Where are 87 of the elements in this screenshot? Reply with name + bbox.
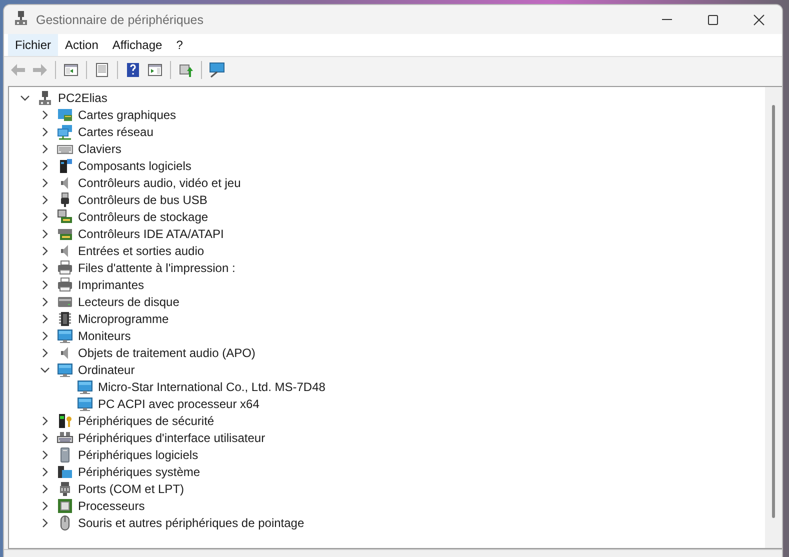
storage-controller-icon (57, 208, 73, 224)
chevron-icon[interactable] (40, 160, 50, 170)
tree-item[interactable]: Entrées et sorties audio (77, 244, 206, 258)
properties-icon (94, 62, 110, 78)
tree-item[interactable]: Claviers (77, 142, 122, 156)
chevron-icon[interactable] (40, 178, 50, 188)
tree-item[interactable]: Cartes graphiques (77, 108, 178, 122)
chevron-icon[interactable] (40, 110, 50, 120)
processor-icon (57, 498, 73, 514)
chevron-icon[interactable] (40, 262, 50, 272)
chevron-icon[interactable] (40, 280, 50, 290)
tree-item[interactable]: Contrôleurs IDE ATA/ATAPI (77, 226, 225, 240)
scan-hardware-icon (209, 62, 225, 78)
tree-item[interactable]: Micro-Star International Co., Ltd. MS-7D48 (97, 380, 326, 394)
tree-item[interactable]: Ports (COM et LPT) (77, 482, 186, 496)
tree-item[interactable]: Microprogramme (77, 312, 170, 326)
chevron-icon[interactable] (40, 212, 50, 222)
back-arrow-icon (10, 62, 26, 78)
chevron-icon[interactable] (40, 432, 50, 442)
close-icon (753, 14, 765, 26)
console-tree-icon (63, 62, 79, 78)
tree-item[interactable]: Contrôleurs de bus USB (77, 192, 208, 206)
printer-icon (57, 276, 73, 292)
chevron-icon[interactable] (20, 92, 30, 102)
tree-item[interactable]: Périphériques d'interface utilisateur (77, 430, 266, 444)
window-title: Gestionnaire de périphériques (36, 12, 204, 26)
chevron-icon[interactable] (40, 348, 50, 358)
tree-item[interactable]: Ordinateur (77, 362, 136, 376)
chip-icon (57, 310, 73, 326)
tree-item[interactable]: Composants logiciels (77, 158, 192, 172)
tree-item[interactable]: Processeurs (77, 498, 146, 512)
chevron-icon[interactable] (40, 228, 50, 238)
network-icon (57, 124, 73, 140)
scan-hardware-button[interactable] (207, 60, 227, 80)
tree-item[interactable]: PC2Elias (57, 90, 108, 104)
maximize-icon (707, 14, 719, 26)
port-icon (57, 480, 73, 496)
tree-item[interactable]: Contrôleurs de stockage (77, 210, 210, 224)
chevron-icon[interactable] (40, 296, 50, 306)
scrollbar-thumb[interactable] (772, 105, 775, 518)
input-device-icon (57, 430, 73, 446)
printer-icon (57, 260, 73, 276)
chevron-icon[interactable] (40, 194, 50, 204)
chevron-icon[interactable] (40, 416, 50, 426)
computer-icon (37, 90, 53, 106)
help-icon (125, 62, 141, 78)
monitor-icon (57, 328, 73, 344)
component-icon (57, 158, 73, 174)
action-pane-icon (147, 62, 163, 78)
menu-item[interactable]: Affichage (105, 34, 170, 56)
chevron-icon[interactable] (40, 126, 50, 136)
tree-item[interactable]: Imprimantes (77, 278, 146, 292)
security-device-icon (57, 412, 73, 428)
tree-item[interactable]: Lecteurs de disque (77, 294, 180, 308)
menu-item[interactable]: Action (58, 34, 106, 56)
tree-item[interactable]: Contrôleurs audio, vidéo et jeu (77, 176, 242, 190)
chevron-icon[interactable] (40, 364, 50, 374)
update-driver-icon (178, 62, 194, 78)
chevron-icon[interactable] (40, 466, 50, 476)
computer-icon (13, 10, 29, 26)
chevron-icon[interactable] (40, 484, 50, 494)
minimize-icon (662, 19, 672, 20)
chevron-icon[interactable] (40, 330, 50, 340)
tree-item[interactable]: Périphériques de sécurité (77, 414, 216, 428)
chevron-icon[interactable] (40, 500, 50, 510)
tree-item[interactable]: Souris et autres périphériques de pointage (77, 516, 306, 530)
chevron-icon[interactable] (40, 314, 50, 324)
tree-item[interactable]: Files d'attente à l'impression : (77, 260, 236, 274)
tree-item[interactable]: Périphériques logiciels (77, 448, 200, 462)
chevron-icon[interactable] (40, 246, 50, 256)
tree-item[interactable]: Cartes réseau (77, 124, 154, 138)
chevron-icon[interactable] (40, 144, 50, 154)
display-card-icon (57, 106, 73, 122)
menu-item[interactable]: ? (169, 34, 190, 56)
tree-item[interactable]: Moniteurs (77, 328, 132, 342)
scrollbar[interactable] (765, 87, 782, 548)
monitor-icon (57, 362, 73, 378)
chevron-icon[interactable] (40, 450, 50, 460)
system-device-icon (57, 464, 73, 480)
tree-item[interactable]: Périphériques système (77, 464, 202, 478)
forward-arrow-icon (32, 62, 48, 78)
monitor-icon (77, 378, 93, 394)
menu-item[interactable]: Fichier (8, 34, 58, 56)
chevron-icon[interactable] (40, 518, 50, 528)
tree-item[interactable]: Objets de traitement audio (APO) (77, 346, 256, 360)
monitor-icon (77, 396, 93, 412)
tree-item[interactable]: PC ACPI avec processeur x64 (97, 396, 260, 410)
